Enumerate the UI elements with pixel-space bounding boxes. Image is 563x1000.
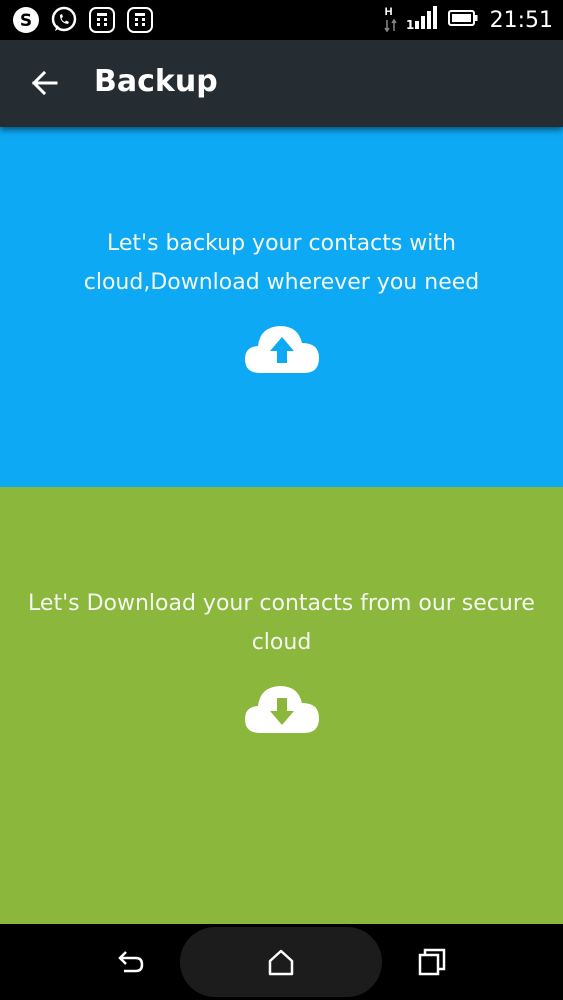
app-bar: Backup <box>0 40 563 127</box>
nav-home-button[interactable] <box>265 946 297 978</box>
cloud-upload-icon <box>245 326 319 373</box>
battery-icon <box>447 9 478 32</box>
arrow-left-icon <box>31 70 58 96</box>
back-button[interactable] <box>24 62 66 104</box>
signal-icon: 1 <box>406 5 440 36</box>
skype-icon: S <box>12 6 40 34</box>
cloud-download-icon <box>245 686 319 733</box>
network-type: H <box>384 6 393 18</box>
navigation-bar <box>0 924 563 1000</box>
status-time: 21:51 <box>489 7 553 33</box>
svg-text:1: 1 <box>406 18 414 31</box>
calculator-icon <box>88 6 116 34</box>
backup-description: Let's backup your contacts with cloud,Do… <box>83 231 480 295</box>
whatsapp-icon <box>50 6 78 34</box>
system-indicators: H 1 21:51 <box>383 5 553 36</box>
status-bar: S H 1 21:51 <box>0 0 563 40</box>
backup-panel[interactable]: Let's backup your contacts with cloud,Do… <box>0 127 563 487</box>
nav-recents-button[interactable] <box>416 946 448 978</box>
recents-icon <box>418 948 446 976</box>
svg-text:S: S <box>20 11 32 31</box>
home-icon <box>268 949 294 976</box>
nav-back-button[interactable] <box>114 946 146 978</box>
calculator-icon <box>126 6 154 34</box>
notification-icons: S <box>12 6 154 34</box>
download-description: Let's Download your contacts from our se… <box>28 591 535 655</box>
page-title: Backup <box>94 64 218 99</box>
mobile-data-icon: H <box>383 6 398 34</box>
download-panel[interactable]: Let's Download your contacts from our se… <box>0 487 563 924</box>
back-icon <box>118 951 144 973</box>
